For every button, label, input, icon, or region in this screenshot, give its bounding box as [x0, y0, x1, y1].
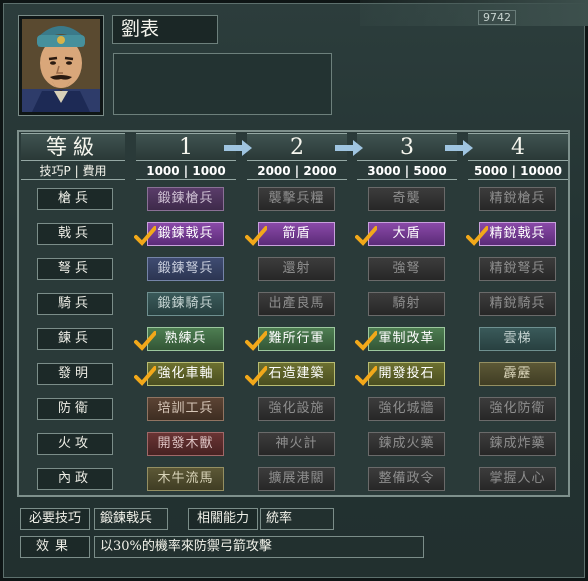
arrow-right-icon — [445, 140, 473, 156]
related-ability-label: 相關能力 — [188, 508, 258, 530]
tech-button[interactable]: 精銳騎兵 — [479, 292, 556, 316]
tech-button[interactable]: 擴展港關 — [258, 467, 335, 491]
level-3-header: 3 — [357, 133, 457, 161]
required-tech-label: 必要技巧 — [20, 508, 90, 530]
tech-button[interactable]: 霹靂 — [479, 362, 556, 386]
tech-button[interactable]: 奇襲 — [368, 187, 445, 211]
row-label-training: 鍊兵 — [37, 328, 113, 350]
tech-button[interactable]: 出產良馬 — [258, 292, 335, 316]
level-4-header: 4 — [468, 133, 568, 161]
required-tech-value: 鍛鍊戟兵 — [94, 508, 168, 530]
row-label-defense: 防衛 — [37, 398, 113, 420]
tech-button[interactable]: 木牛流馬 — [147, 467, 224, 491]
tech-button[interactable]: 開發投石 — [368, 362, 445, 386]
tech-button[interactable]: 精銳弩兵 — [479, 257, 556, 281]
tech-button[interactable]: 鍛鍊騎兵 — [147, 292, 224, 316]
tech-button[interactable]: 難所行軍 — [258, 327, 335, 351]
general-name: 劉表 — [112, 15, 218, 44]
tech-button[interactable]: 鍛鍊槍兵 — [147, 187, 224, 211]
arrow-right-icon — [224, 140, 252, 156]
background-window-strip — [360, 0, 588, 26]
level-2-header: 2 — [247, 133, 347, 161]
tech-button[interactable]: 掌握人心 — [479, 467, 556, 491]
row-label-halberd: 戟兵 — [37, 223, 113, 245]
level-1-cost: 1000 | 1000 — [136, 163, 236, 180]
tech-button[interactable]: 神火計 — [258, 432, 335, 456]
tech-button[interactable]: 開發木獸 — [147, 432, 224, 456]
tech-button[interactable]: 雲梯 — [479, 327, 556, 351]
row-label-domestic: 內政 — [37, 468, 113, 490]
tech-button[interactable]: 襲擊兵糧 — [258, 187, 335, 211]
related-ability-value: 統率 — [260, 508, 334, 530]
tech-button[interactable]: 整備政令 — [368, 467, 445, 491]
effect-description: 以30%的機率來防禦弓箭攻擊 — [94, 536, 424, 558]
level-1-header: 1 — [136, 133, 236, 161]
tech-button[interactable]: 精銳戟兵 — [479, 222, 556, 246]
tech-button[interactable]: 還射 — [258, 257, 335, 281]
row-label-invention: 發明 — [37, 363, 113, 385]
tech-button[interactable]: 鍊成炸藥 — [479, 432, 556, 456]
level-3-cost: 3000 | 5000 — [357, 163, 457, 180]
row-label-cavalry: 騎兵 — [37, 293, 113, 315]
tech-button[interactable]: 強化城牆 — [368, 397, 445, 421]
general-info-box — [113, 53, 332, 115]
background-counter: 9742 — [478, 10, 516, 25]
tech-button[interactable]: 騎射 — [368, 292, 445, 316]
level-2-cost: 2000 | 2000 — [247, 163, 347, 180]
row-label-spear: 槍兵 — [37, 188, 113, 210]
tech-button[interactable]: 強化防衛 — [479, 397, 556, 421]
tech-cost-header: 技巧P | 費用 — [21, 163, 125, 180]
tech-button[interactable]: 強化車軸 — [147, 362, 224, 386]
tech-button[interactable]: 強化設施 — [258, 397, 335, 421]
level-header: 等級 — [21, 133, 125, 161]
general-portrait — [18, 15, 104, 116]
tech-button[interactable]: 大盾 — [368, 222, 445, 246]
tech-button[interactable]: 石造建築 — [258, 362, 335, 386]
arrow-right-icon — [335, 140, 363, 156]
row-label-fire: 火攻 — [37, 433, 113, 455]
tech-button[interactable]: 鍊成火藥 — [368, 432, 445, 456]
tech-button[interactable]: 精銳槍兵 — [479, 187, 556, 211]
portrait-image — [22, 19, 100, 112]
tech-button[interactable]: 培訓工兵 — [147, 397, 224, 421]
tech-button[interactable]: 強弩 — [368, 257, 445, 281]
tech-button[interactable]: 箭盾 — [258, 222, 335, 246]
tech-button[interactable]: 熟練兵 — [147, 327, 224, 351]
tech-button[interactable]: 軍制改革 — [368, 327, 445, 351]
tech-button[interactable]: 鍛鍊戟兵 — [147, 222, 224, 246]
effect-label: 效果 — [20, 536, 90, 558]
tech-button[interactable]: 鍛鍊弩兵 — [147, 257, 224, 281]
row-label-crossbow: 弩兵 — [37, 258, 113, 280]
level-4-cost: 5000 | 10000 — [468, 163, 568, 180]
